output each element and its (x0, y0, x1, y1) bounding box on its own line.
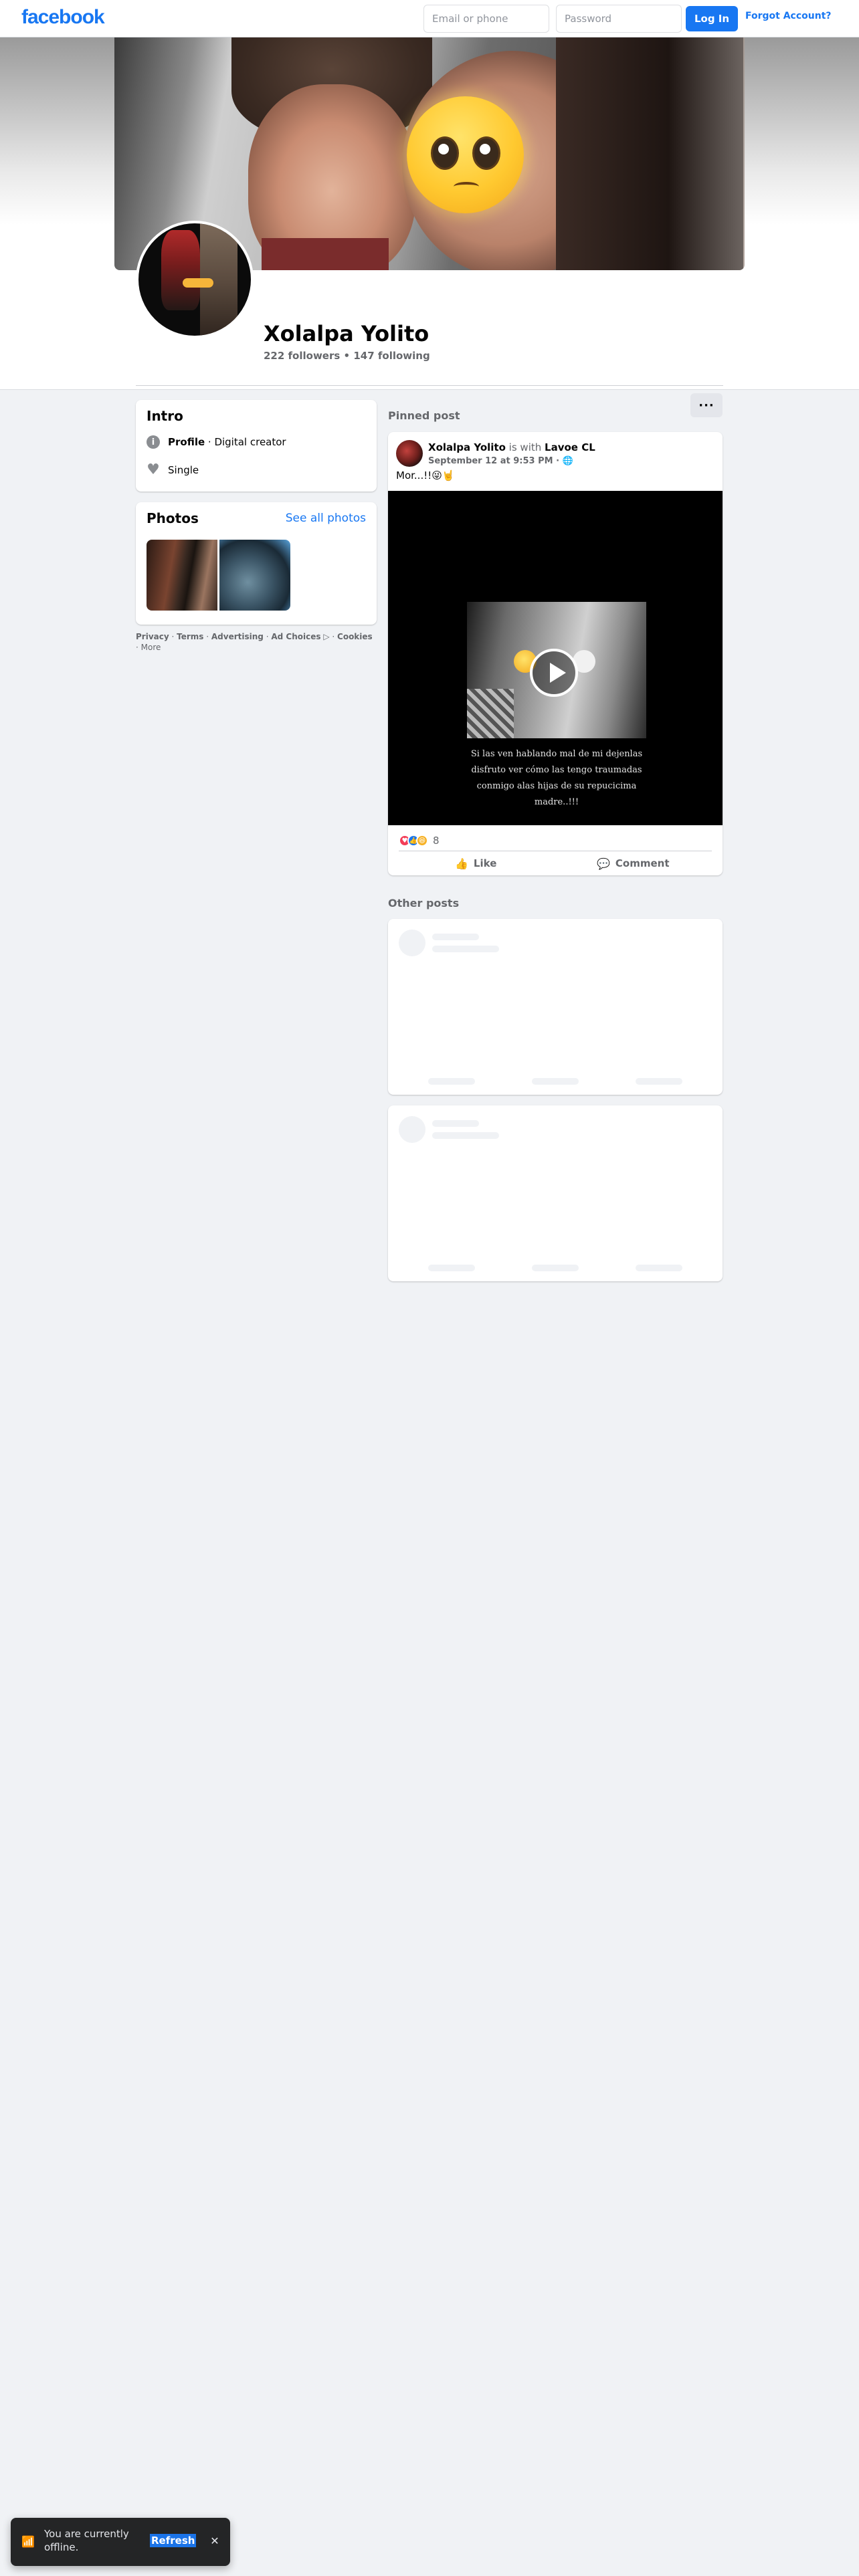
forgot-account-link[interactable]: Forgot Account? (745, 11, 832, 21)
post-text: Mor...!!😜🤘 (396, 469, 455, 481)
haha-reaction-icon: 😆 (416, 835, 428, 847)
refresh-link[interactable]: Refresh (150, 2534, 197, 2547)
ad-choices-icon: ▷ (323, 632, 330, 641)
top-navigation-bar: facebook Log In Forgot Account? (0, 0, 859, 37)
footer-link-privacy[interactable]: Privacy (136, 632, 169, 641)
post-tagged-name[interactable]: Lavoe CL (545, 441, 595, 453)
email-field[interactable] (423, 5, 549, 33)
intro-profile-text: Profile · Digital creator (168, 436, 286, 448)
footer-link-more[interactable]: More (141, 643, 161, 652)
skeleton-line (636, 1265, 682, 1271)
comment-icon: 💬 (597, 857, 610, 870)
post-with-text: is with (505, 441, 545, 453)
footer-link-terms[interactable]: Terms (177, 632, 203, 641)
login-button[interactable]: Log In (686, 6, 738, 31)
cover-photo-shirt (262, 238, 389, 270)
photo-thumbnail[interactable] (147, 540, 217, 611)
header-divider (136, 385, 723, 386)
photo-thumbnail[interactable] (219, 540, 290, 611)
wifi-off-icon: 📶 (21, 2535, 35, 2548)
like-button[interactable]: 👍 Like (455, 853, 496, 873)
play-icon[interactable] (530, 649, 578, 697)
photos-card: Photos See all photos (136, 502, 377, 625)
skeleton-line (432, 934, 479, 940)
footer-link-cookies[interactable]: Cookies (337, 632, 373, 641)
skeleton-line (428, 1078, 475, 1085)
emoji-right-eye (472, 136, 500, 170)
skeleton-line (636, 1078, 682, 1085)
footer-link-ad-choices[interactable]: Ad Choices (271, 632, 320, 641)
loading-post-placeholder (388, 1105, 723, 1281)
video-caption: Si las ven hablando mal de mi dejenlas d… (470, 749, 643, 807)
skeleton-avatar (399, 1116, 425, 1143)
skeleton-avatar (399, 930, 425, 956)
loading-post-placeholder (388, 919, 723, 1095)
skeleton-line (432, 946, 499, 952)
cover-photo-hair (556, 37, 743, 270)
emoji-left-eye (431, 136, 459, 170)
facebook-logo[interactable]: facebook (21, 6, 105, 29)
other-posts-label: Other posts (388, 897, 460, 909)
like-label: Like (473, 857, 497, 869)
post-date[interactable]: September 12 at 9:53 PM (428, 456, 553, 466)
footer-link-advertising[interactable]: Advertising (211, 632, 264, 641)
password-field[interactable] (556, 5, 682, 33)
pinned-post-label: Pinned post (388, 409, 460, 422)
profile-name: Xolalpa Yolito (264, 321, 430, 346)
intro-title: Intro (147, 408, 183, 424)
post-reactions[interactable]: ♥ 👍 😆 8 (399, 835, 440, 847)
footer-links: Privacy · Terms · Advertising · Ad Choic… (136, 632, 373, 652)
intro-profile-label: Profile (168, 436, 205, 448)
profile-avatar[interactable] (136, 221, 254, 338)
profile-header: Xolalpa Yolito 222 followers • 147 follo… (0, 37, 859, 425)
intro-profile-row: i Profile · Digital creator (147, 435, 286, 449)
globe-icon: 🌐 (562, 456, 573, 466)
emoji-mouth (454, 182, 479, 191)
post-meta: September 12 at 9:53 PM · 🌐 (428, 456, 573, 466)
heart-icon: ♥ (147, 461, 160, 478)
intro-profile-detail: · Digital creator (205, 436, 286, 448)
intro-relationship-row: ♥ Single (147, 463, 199, 477)
intro-relationship-text: Single (168, 464, 199, 476)
intro-card: Intro i Profile · Digital creator ♥ Sing… (136, 400, 377, 492)
skeleton-line (532, 1078, 579, 1085)
avatar-emoji-sticker (183, 278, 213, 288)
video-frame-money (467, 689, 514, 738)
pleading-face-emoji-sticker (407, 96, 524, 213)
skeleton-line (432, 1132, 499, 1139)
close-icon[interactable]: ✕ (207, 2534, 222, 2549)
more-options-button[interactable]: ··· (690, 393, 723, 417)
post-author-avatar[interactable] (396, 440, 423, 467)
see-all-photos-link[interactable]: See all photos (286, 512, 366, 525)
photos-title: Photos (147, 510, 199, 526)
offline-toast: 📶 You are currently offline. Refresh ✕ (11, 2518, 230, 2566)
post-author-name[interactable]: Xolalpa Yolito (428, 441, 506, 453)
skeleton-line (428, 1265, 475, 1271)
post-video[interactable]: Si las ven hablando mal de mi dejenlas d… (388, 491, 723, 825)
info-icon: i (147, 435, 160, 449)
profile-followers-following[interactable]: 222 followers • 147 following (264, 350, 430, 362)
comment-label: Comment (615, 857, 670, 869)
reaction-count: 8 (433, 835, 440, 847)
skeleton-line (432, 1120, 479, 1127)
skeleton-line (532, 1265, 579, 1271)
offline-message: You are currently offline. (44, 2528, 129, 2553)
thumbs-up-icon: 👍 (455, 857, 468, 870)
post-author-line: Xolalpa Yolito is with Lavoe CL (428, 441, 595, 453)
comment-button[interactable]: 💬 Comment (597, 853, 670, 873)
avatar-person-red-hat (161, 230, 200, 310)
pinned-post-card: Xolalpa Yolito is with Lavoe CL Septembe… (388, 432, 723, 875)
